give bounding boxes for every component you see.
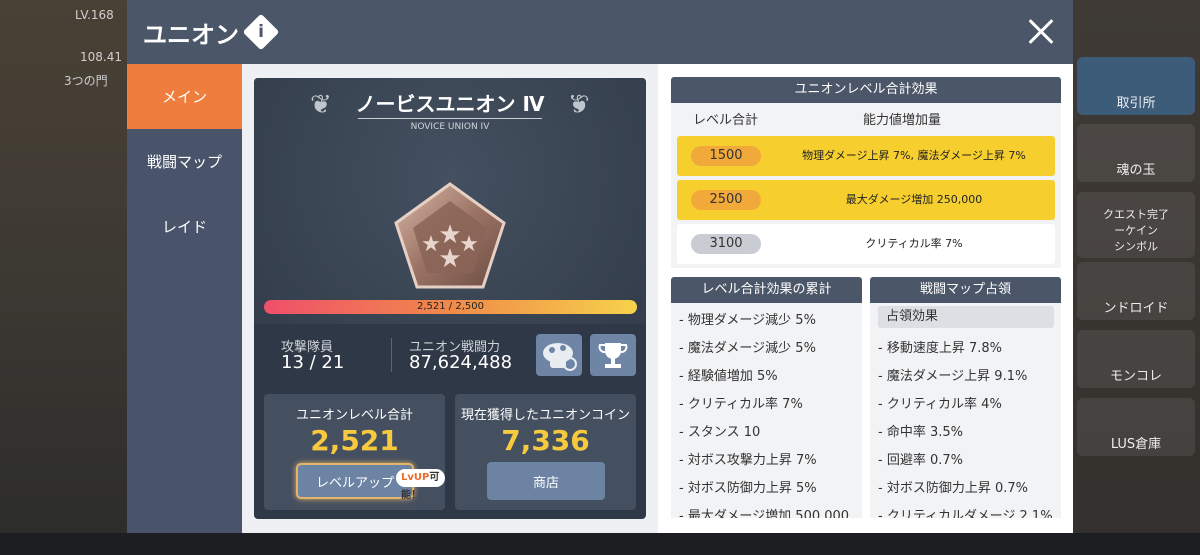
sidebar-item-battle-map[interactable]: 戦闘マップ <box>127 129 242 194</box>
effect-row: 2500 最大ダメージ増加 250,000 <box>677 180 1055 220</box>
occupation-effect-label: 占領効果 <box>878 306 1054 328</box>
mushroom-icon <box>543 343 577 371</box>
list-item: - 物理ダメージ減少 5% <box>679 313 816 328</box>
effect-row: 1500 物理ダメージ上昇 7%, 魔法ダメージ上昇 7% <box>677 136 1055 176</box>
effects-table: レベル合計 能力値増加量 1500 物理ダメージ上昇 7%, 魔法ダメージ上昇 … <box>671 103 1061 268</box>
effects-header: ユニオンレベル合計効果 <box>671 77 1061 103</box>
attack-team-value: 13 / 21 <box>281 352 345 373</box>
side-tile-storage[interactable]: LUS倉庫 <box>1077 398 1195 456</box>
list-item: - 対ボス攻撃力上昇 7% <box>679 453 817 468</box>
sidebar-item-raid[interactable]: レイド <box>127 194 242 259</box>
occupation-list[interactable]: 占領効果 - 移動速度上昇 7.8% - 魔法ダメージ上昇 9.1% - クリテ… <box>870 303 1061 518</box>
level-text: LV.168 <box>75 8 114 22</box>
coin-value: 7,336 <box>501 424 590 457</box>
modal-sidebar: メイン 戦闘マップ レイド <box>127 64 242 533</box>
union-character-button[interactable] <box>536 334 582 376</box>
left-hud: LV.168 108.41 3つの門 <box>0 0 127 555</box>
list-item: - 最大ダメージ増加 500,000 <box>679 509 850 518</box>
info-icon[interactable] <box>242 13 280 51</box>
rank-subtitle: NOVICE UNION IV <box>410 122 490 132</box>
union-rank-emblem-icon: ★ ★ ★ ★ <box>394 182 506 289</box>
list-item: - クリティカル率 4% <box>878 397 1002 412</box>
trophy-icon <box>598 343 628 368</box>
divider <box>391 338 392 372</box>
sidebar-item-main[interactable]: メイン <box>127 64 242 129</box>
effect-text: クリティカル率 7% <box>865 237 963 250</box>
col-level-header: レベル合計 <box>693 113 759 128</box>
cumulative-list[interactable]: - 物理ダメージ減少 5% - 魔法ダメージ減少 5% - 経験値増加 5% -… <box>671 303 862 518</box>
progress-text: 2,521 / 2,500 <box>417 301 484 312</box>
side-tile-android[interactable]: ンドロイド <box>1077 262 1195 320</box>
list-item: - 対ボス防御力上昇 5% <box>679 481 817 496</box>
modal-header: ユニオン <box>127 0 1073 64</box>
col-increase-header: 能力値増加量 <box>863 113 942 128</box>
effect-row: 3100 クリティカル率 7% <box>677 224 1055 264</box>
effect-level-pill: 3100 <box>691 234 761 254</box>
coin-label: 現在獲得したユニオンコイン <box>460 408 630 423</box>
emblem-area: ❦ ❦ ノービスユニオン Ⅳ NOVICE UNION IV ★ ★ ★ ★ 2… <box>254 78 646 324</box>
level-total-card: ユニオンレベル合計 2,521 レベルアップ LvUP可能！ <box>264 394 445 510</box>
stats-row: 攻撃隊員 13 / 21 ユニオン戦闘力 87,624,488 <box>254 326 646 382</box>
cumulative-header: レベル合計効果の累計 <box>671 277 862 303</box>
rank-underline <box>358 118 542 119</box>
level-total-value: 2,521 <box>310 424 399 457</box>
list-item: - クリティカル率 7% <box>679 397 803 412</box>
list-item: - 命中率 3.5% <box>878 425 963 440</box>
list-item: - 経験値増加 5% <box>679 369 778 384</box>
union-power-value: 87,624,488 <box>409 352 513 373</box>
effect-text: 最大ダメージ増加 250,000 <box>845 193 983 206</box>
union-main-panel: ❦ ❦ ノービスユニオン Ⅳ NOVICE UNION IV ★ ★ ★ ★ 2… <box>254 78 646 519</box>
side-tile-trade[interactable]: 取引所 <box>1077 57 1195 115</box>
union-progress-bar: 2,521 / 2,500 <box>264 300 637 314</box>
lvup-available-badge: LvUP可能！ <box>396 469 445 501</box>
effect-level-pill: 1500 <box>691 146 761 166</box>
svg-text:★: ★ <box>438 244 461 274</box>
effect-text: 物理ダメージ上昇 7%, 魔法ダメージ上昇 7% <box>802 149 1026 162</box>
list-item: - スタンス 10 <box>679 425 761 440</box>
bottom-hud-strip <box>0 533 1200 555</box>
union-coin-card: 現在獲得したユニオンコイン 7,336 商店 <box>455 394 636 510</box>
hud-value: 108.41 <box>80 50 122 64</box>
rank-title: ノービスユニオン Ⅳ <box>355 92 545 116</box>
list-item: - 移動速度上昇 7.8% <box>878 341 1002 356</box>
location-text: 3つの門 <box>64 74 108 88</box>
side-tile-monster-collection[interactable]: モンコレ <box>1077 330 1195 388</box>
list-item: - 回避率 0.7% <box>878 453 963 468</box>
modal-title: ユニオン <box>143 21 239 49</box>
list-item: - 魔法ダメージ減少 5% <box>679 341 816 356</box>
occupation-header: 戦闘マップ占領 <box>870 277 1061 303</box>
close-icon[interactable] <box>1023 14 1059 50</box>
effect-level-pill: 2500 <box>691 190 761 210</box>
ranking-button[interactable] <box>590 334 636 376</box>
right-hud: 取引所 魂の玉 クエスト完了 ーケイン シンボル ンドロイド モンコレ LUS倉… <box>1073 0 1200 555</box>
svg-text:★: ★ <box>459 232 479 257</box>
list-item: - 対ボス防御力上昇 0.7% <box>878 481 1028 496</box>
shop-button[interactable]: 商店 <box>487 462 605 500</box>
level-total-label: ユニオンレベル合計 <box>295 408 413 423</box>
side-tile-soul[interactable]: 魂の玉 <box>1077 124 1195 182</box>
list-item: - 魔法ダメージ上昇 9.1% <box>878 369 1028 384</box>
side-tile-quest[interactable]: クエスト完了 ーケイン シンボル <box>1077 192 1195 258</box>
list-item: - クリティカルダメージ 2.1% <box>878 509 1053 518</box>
